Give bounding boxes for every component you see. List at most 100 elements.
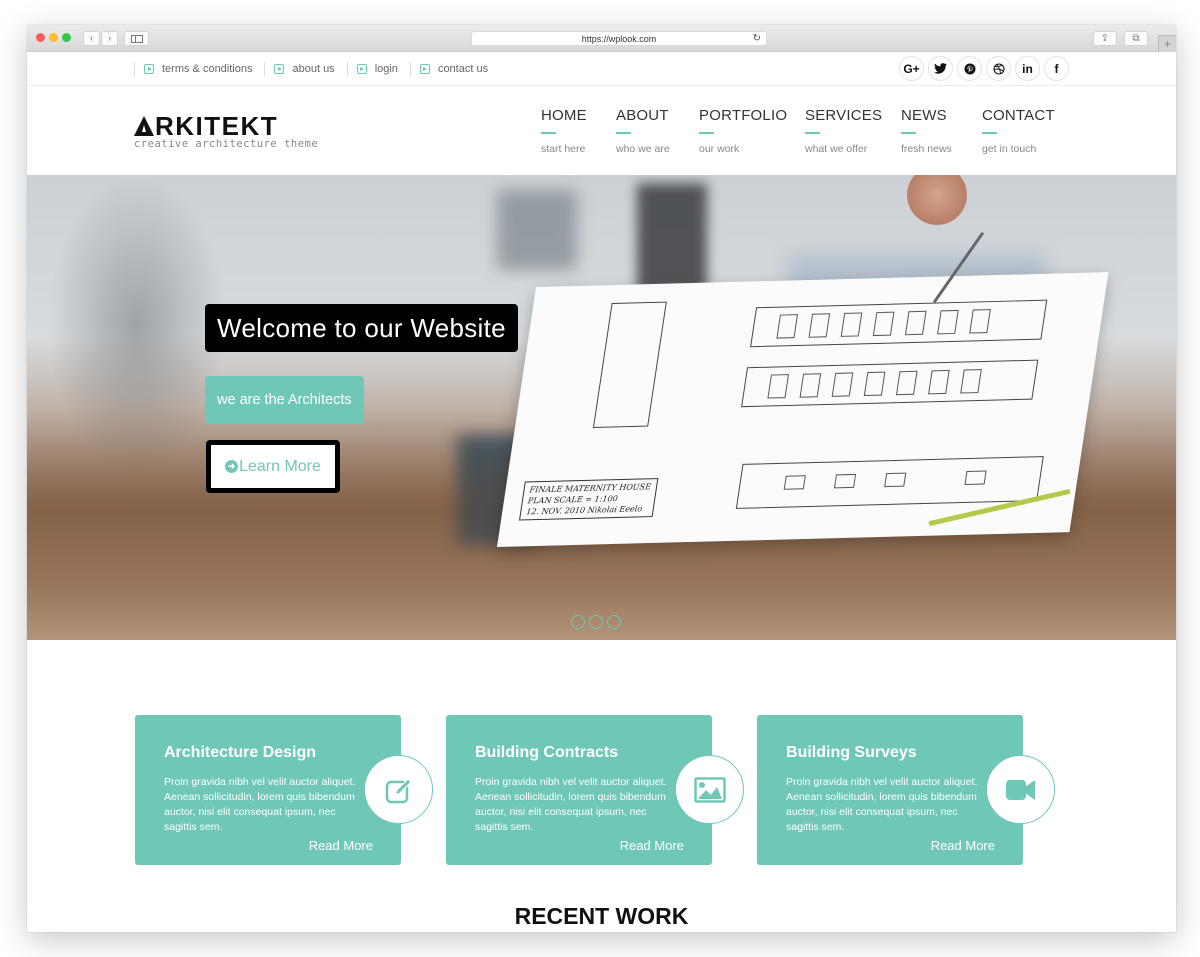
- google-plus-icon[interactable]: G+: [899, 56, 924, 81]
- nav-item-services[interactable]: SERVICES what we offer: [805, 107, 882, 155]
- nav-item-portfolio[interactable]: PORTFOLIO our work: [699, 107, 787, 155]
- show-tabs-button[interactable]: ⧉: [1124, 31, 1148, 46]
- service-card-building-contracts: Building Contracts Proin gravida nibh ve…: [446, 715, 744, 865]
- blueprint-shape: [964, 470, 987, 486]
- back-button[interactable]: ‹: [83, 31, 100, 46]
- blueprint-shape: [928, 369, 950, 395]
- blueprint-shape: [840, 312, 863, 337]
- card-title: Building Contracts: [475, 744, 619, 761]
- edit-icon: [385, 777, 412, 803]
- blueprint-date: 12. NOV. 2010 Nikolai Eeelo: [525, 504, 643, 517]
- nav-label: SERVICES: [805, 107, 883, 124]
- pinterest-icon[interactable]: [957, 56, 982, 81]
- nav-sublabel: start here: [541, 142, 586, 155]
- learn-more-label: Learn More: [239, 457, 321, 475]
- chevron-right-icon: ›: [107, 32, 112, 44]
- zoom-window-button[interactable]: [62, 33, 71, 42]
- blueprint-title-block: FINALE MATERNITY HOUSE PLAN SCALE = 1:10…: [518, 478, 659, 521]
- nav-label: CONTACT: [982, 107, 1055, 124]
- background-blur: [637, 183, 707, 293]
- card-title: Building Surveys: [786, 744, 917, 761]
- nav-sublabel: what we offer: [805, 142, 868, 155]
- card-icon-circle: [986, 755, 1055, 824]
- slider-pagination: [571, 615, 621, 629]
- blueprint-shape: [833, 473, 857, 489]
- top-link-label: contact us: [437, 63, 489, 75]
- nav-underline: [901, 132, 916, 134]
- top-link-label: about us: [292, 63, 335, 75]
- chevron-left-icon: ‹: [89, 32, 94, 44]
- play-square-icon: [144, 64, 154, 74]
- address-bar[interactable]: https://wplook.com ↻: [471, 31, 767, 46]
- reload-icon[interactable]: ↻: [753, 33, 761, 44]
- slider-dot-1[interactable]: [571, 615, 585, 629]
- site-header: RKITEKT creative architecture theme HOME…: [27, 87, 1176, 175]
- blueprint-shape: [808, 313, 831, 338]
- blueprint-shape: [937, 309, 959, 335]
- nav-underline: [699, 132, 714, 134]
- tabs-icon: ⧉: [1132, 32, 1140, 44]
- blueprint-shape: [783, 475, 806, 490]
- nav-label: NEWS: [901, 107, 947, 124]
- nav-sublabel: get in touch: [982, 142, 1037, 155]
- plus-icon: +: [1163, 37, 1171, 51]
- nav-item-home[interactable]: HOME start here: [541, 107, 587, 155]
- top-links: terms & conditions about us login contac…: [134, 52, 500, 86]
- facebook-icon[interactable]: f: [1044, 56, 1069, 81]
- blueprint-shape: [831, 372, 854, 397]
- hero-title: Welcome to our Website: [205, 304, 518, 352]
- site-logo[interactable]: RKITEKT creative architecture theme: [134, 113, 318, 150]
- logo-text: RKITEKT: [155, 111, 279, 141]
- play-square-icon: [419, 64, 430, 74]
- nav-item-news[interactable]: NEWS fresh news: [901, 107, 952, 155]
- nav-item-about[interactable]: ABOUT who we are: [616, 107, 670, 155]
- logo-wordmark: RKITEKT: [134, 113, 318, 139]
- nav-item-contact[interactable]: CONTACT get in touch: [982, 107, 1055, 155]
- read-more-link[interactable]: Read More: [309, 838, 373, 853]
- hero-subtitle: we are the Architects: [205, 376, 364, 424]
- card-text: Proin gravida nibh vel velit auctor aliq…: [475, 776, 667, 833]
- nav-sublabel: our work: [699, 142, 740, 155]
- blueprint-shape: [863, 371, 886, 397]
- twitter-icon[interactable]: [928, 56, 953, 81]
- play-square-icon: [274, 64, 285, 74]
- forward-button[interactable]: ›: [101, 31, 118, 46]
- blueprint-shape: [767, 374, 790, 399]
- top-link-label: terms & conditions: [162, 63, 253, 75]
- video-camera-icon: [1005, 779, 1035, 800]
- top-link-login[interactable]: login: [346, 62, 410, 76]
- blueprint-shape: [799, 373, 822, 398]
- top-link-contact[interactable]: contact us: [409, 62, 500, 76]
- sidebar-icon: [130, 34, 143, 43]
- recent-work-heading: RECENT WORK: [514, 903, 689, 929]
- read-more-link[interactable]: Read More: [931, 838, 995, 853]
- top-link-about[interactable]: about us: [264, 62, 346, 76]
- nav-underline: [616, 132, 631, 134]
- slider-dot-3[interactable]: [607, 615, 621, 629]
- blueprint-shape: [969, 309, 991, 334]
- learn-more-button[interactable]: ➜ Learn More: [206, 440, 340, 493]
- dribbble-icon[interactable]: [986, 56, 1011, 81]
- card-text: Proin gravida nibh vel velit auctor aliq…: [786, 776, 978, 833]
- close-window-button[interactable]: [36, 33, 45, 42]
- nav-label: ABOUT: [616, 107, 669, 124]
- blueprint-shape: [872, 311, 895, 337]
- nav-underline: [982, 132, 997, 134]
- read-more-link[interactable]: Read More: [620, 838, 684, 853]
- linkedin-icon[interactable]: in: [1015, 56, 1040, 81]
- logo-triangle-icon: [134, 116, 154, 136]
- service-card-building-surveys: Building Surveys Proin gravida nibh vel …: [757, 715, 1055, 865]
- sidebar-toggle-button[interactable]: [124, 31, 149, 46]
- new-tab-button[interactable]: +: [1158, 35, 1176, 52]
- blueprint-shape: [884, 472, 907, 488]
- slider-dot-2[interactable]: [589, 615, 603, 629]
- nav-sublabel: who we are: [616, 142, 670, 155]
- top-link-terms[interactable]: terms & conditions: [134, 62, 264, 76]
- blueprint-shape: [904, 310, 927, 336]
- minimize-window-button[interactable]: [49, 33, 58, 42]
- service-card-architecture-design: Architecture Design Proin gravida nibh v…: [135, 715, 433, 865]
- background-blur: [497, 190, 577, 270]
- share-button[interactable]: ⇪: [1093, 31, 1117, 46]
- social-links: G+ in f: [899, 56, 1069, 81]
- share-icon: ⇪: [1100, 32, 1110, 44]
